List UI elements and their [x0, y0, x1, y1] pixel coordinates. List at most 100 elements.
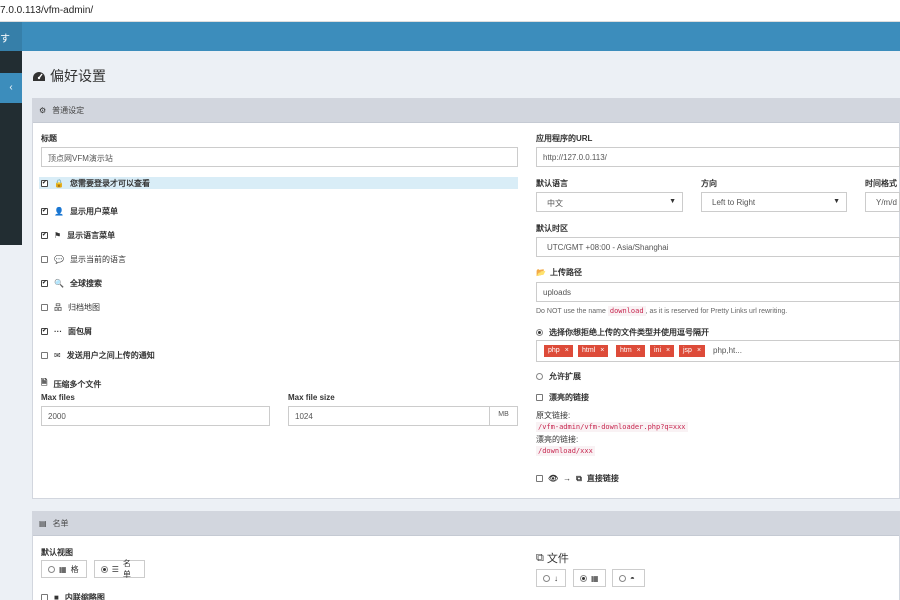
- login-required-label: 您需要登录才可以查看: [69, 179, 150, 188]
- grid-icon: ▦: [59, 564, 67, 574]
- default-language-select[interactable]: 中文 ▼: [536, 192, 683, 212]
- filetype-tag[interactable]: ini ×: [650, 345, 675, 357]
- view-list-label: 名单: [122, 559, 131, 579]
- radio[interactable]: [536, 329, 543, 336]
- dashboard-icon: [33, 71, 45, 81]
- timezone-value: UTC/GMT +08:00 - Asia/Shanghai: [547, 243, 669, 252]
- breadcrumb-checkbox[interactable]: ✔ ··· 面包屑: [41, 326, 92, 337]
- checkbox[interactable]: [41, 256, 48, 263]
- global-search-checkbox[interactable]: ✔ 🔍 全球搜索: [41, 278, 102, 289]
- radio[interactable]: [48, 565, 55, 573]
- copy-icon: ⧉: [576, 473, 582, 483]
- max-files-input[interactable]: 2000: [41, 406, 270, 426]
- upload-notify-label: 发送用户之间上传的通知: [66, 351, 155, 360]
- checkbox[interactable]: [41, 352, 48, 359]
- mb-addon: MB: [489, 407, 517, 425]
- pretty-link-code: /download/xxx: [536, 446, 595, 456]
- image-icon: ■: [54, 593, 59, 600]
- title-input[interactable]: 顶点网VFM演示站: [41, 147, 518, 167]
- filetype-tag[interactable]: php ×: [544, 345, 573, 357]
- inline-thumbnails-checkbox[interactable]: ■ 内联缩略图: [41, 592, 105, 600]
- upload-path-input[interactable]: uploads: [536, 282, 900, 302]
- filetype-tag[interactable]: jsp ×: [679, 345, 706, 357]
- note-suffix: , as it is reserved for Pretty Links url…: [645, 308, 788, 315]
- checkbox[interactable]: ✔: [41, 280, 48, 287]
- global-search-label: 全球搜索: [69, 279, 102, 288]
- radio[interactable]: [543, 574, 550, 582]
- show-current-language-checkbox[interactable]: 💬 显示当前的语言: [41, 254, 126, 265]
- envelope-icon: ✉: [54, 351, 61, 360]
- checkbox[interactable]: [41, 594, 48, 600]
- view-grid-option[interactable]: ▦ 格: [41, 560, 87, 578]
- time-format-value: Y/m/d: [876, 198, 897, 207]
- app-url-input[interactable]: http://127.0.0.113/: [536, 147, 900, 167]
- radio[interactable]: [101, 565, 108, 573]
- pretty-links-label: 漂亮的链接: [549, 393, 589, 402]
- radio[interactable]: [580, 574, 587, 582]
- sidebar-toggle-button[interactable]: ‹: [0, 73, 22, 103]
- checkbox[interactable]: ✔: [41, 208, 48, 215]
- sort-size-option[interactable]: ◓: [612, 569, 645, 587]
- close-icon[interactable]: ×: [666, 347, 670, 354]
- brand-logo[interactable]: す: [0, 22, 22, 51]
- tag-text: php: [548, 347, 560, 354]
- time-format-select[interactable]: Y/m/d: [865, 192, 900, 212]
- show-language-menu-checkbox[interactable]: ✔ ⚑ 显示语言菜单: [41, 230, 115, 241]
- sitemap-icon: 品: [54, 303, 62, 312]
- file-zip-icon: 🗎: [41, 378, 48, 387]
- checkbox[interactable]: [536, 394, 543, 401]
- checkbox[interactable]: [41, 304, 48, 311]
- close-icon[interactable]: ×: [637, 347, 641, 354]
- caret-down-icon: ▼: [669, 198, 676, 205]
- direction-value: Left to Right: [712, 198, 756, 207]
- sort-date-option[interactable]: ▦: [573, 569, 606, 587]
- folder-open-icon: 📂: [536, 268, 546, 277]
- flag-icon: ⚑: [54, 231, 62, 240]
- lock-icon: 🔒: [54, 179, 64, 188]
- radio[interactable]: [536, 373, 543, 380]
- show-user-menu-checkbox[interactable]: ✔ 👤 显示用户菜单: [41, 206, 118, 217]
- close-icon[interactable]: ×: [697, 347, 701, 354]
- tag-text: htm: [620, 347, 632, 354]
- login-required-checkbox[interactable]: ✔ 🔒 您需要登录才可以查看: [41, 178, 150, 189]
- original-link-label: 原文链接:: [536, 411, 571, 420]
- upload-notify-checkbox[interactable]: ✉ 发送用户之间上传的通知: [41, 350, 155, 361]
- files-heading-text: 文件: [546, 553, 569, 565]
- reject-filetypes-label: 选择你想拒绝上传的文件类型并使用逗号隔开: [549, 328, 709, 337]
- filetype-tag[interactable]: html ×: [578, 345, 609, 357]
- direct-link-checkbox[interactable]: 👁 → ⧉ 直接链接: [536, 473, 619, 484]
- allow-extensions-label: 允许扩展: [549, 372, 581, 381]
- pretty-links-checkbox[interactable]: 漂亮的链接: [536, 392, 589, 403]
- archive-map-checkbox[interactable]: 品 归档地图: [41, 302, 100, 313]
- brand-fragment: す: [0, 34, 10, 45]
- pretty-link-label: 漂亮的链接:: [536, 435, 579, 444]
- list-icon: ☰: [111, 564, 119, 574]
- reject-filetypes-input[interactable]: php × html × htm × ini × jsp × php,ht...: [536, 340, 900, 362]
- close-icon[interactable]: ×: [565, 347, 569, 354]
- checkbox[interactable]: ✔: [41, 232, 48, 239]
- original-link-example: /vfm-admin/vfm-downloader.php?q=xxx: [536, 422, 688, 432]
- time-format-label: 时间格式: [865, 179, 897, 188]
- filetype-tag[interactable]: htm ×: [616, 345, 645, 357]
- tag-text-input[interactable]: php,ht...: [713, 346, 742, 355]
- upload-path-heading: 📂 上传路径: [536, 267, 582, 278]
- checkbox[interactable]: ✔: [41, 328, 48, 335]
- checkbox[interactable]: [536, 475, 543, 482]
- direction-label: 方向: [701, 179, 717, 188]
- timezone-select[interactable]: UTC/GMT +08:00 - Asia/Shanghai: [536, 237, 900, 257]
- top-navbar: [0, 22, 900, 51]
- show-user-menu-label: 显示用户菜单: [69, 207, 118, 216]
- direction-select[interactable]: Left to Right ▼: [701, 192, 847, 212]
- zip-multiple-files-label: 压缩多个文件: [53, 379, 102, 389]
- max-file-size-input[interactable]: 1024 MB: [288, 406, 518, 426]
- general-settings-title: 普通设定: [52, 106, 85, 115]
- checkbox[interactable]: ✔: [41, 180, 48, 187]
- sort-alpha-option[interactable]: ↓: [536, 569, 566, 587]
- caret-down-icon: ▼: [833, 198, 840, 205]
- allow-extensions-radio[interactable]: 允许扩展: [536, 371, 581, 382]
- view-list-option[interactable]: ☰ 名单: [94, 559, 145, 579]
- reject-filetypes-radio[interactable]: 选择你想拒绝上传的文件类型并使用逗号隔开: [536, 327, 709, 338]
- radio[interactable]: [619, 574, 626, 582]
- browser-url-bar[interactable]: 7.0.0.113/vfm-admin/: [0, 0, 900, 22]
- close-icon[interactable]: ×: [600, 347, 604, 354]
